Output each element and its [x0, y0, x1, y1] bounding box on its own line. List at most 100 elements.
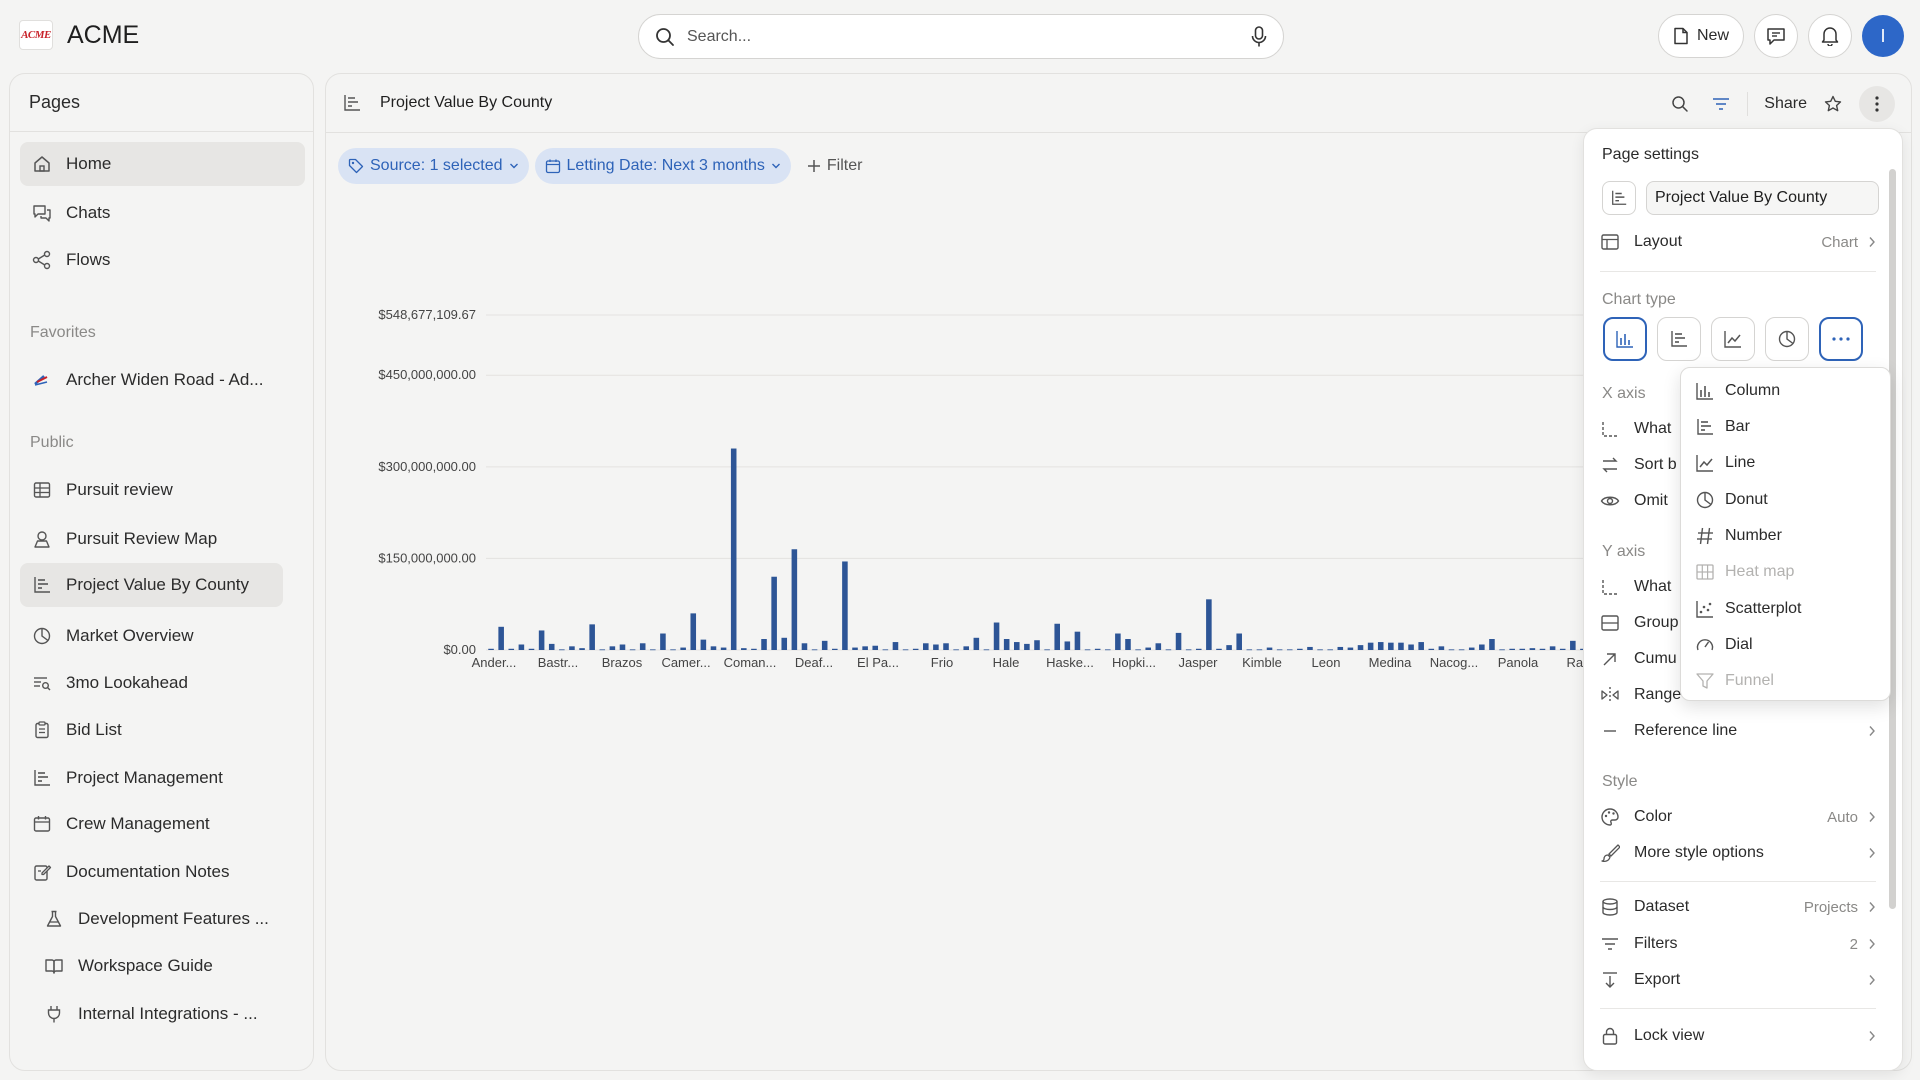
chart-bar[interactable] [488, 648, 494, 650]
chart-bar[interactable] [1135, 649, 1141, 651]
brand[interactable]: ACME ACME [19, 20, 139, 50]
chart-type-option-scatterplot[interactable]: Scatterplot [1695, 594, 1801, 624]
search-icon[interactable] [1671, 95, 1689, 113]
chart-bar[interactable] [862, 646, 868, 650]
chart-type-option-bar[interactable]: Bar [1695, 412, 1750, 442]
chart-bar[interactable] [1276, 649, 1283, 651]
chart-bar[interactable] [1024, 643, 1030, 650]
sidebar-item-development-features[interactable]: Development Features ... [20, 897, 305, 941]
user-avatar[interactable]: I [1862, 15, 1904, 57]
chart-bar[interactable] [720, 647, 727, 650]
letting-date-filter-chip[interactable]: Letting Date: Next 3 months [534, 148, 791, 184]
new-button[interactable]: New [1657, 14, 1744, 58]
chart-bar[interactable] [498, 626, 504, 650]
chart-bar[interactable] [619, 644, 626, 651]
filter-lines-icon[interactable] [1711, 95, 1731, 113]
chart-bar[interactable] [852, 647, 858, 650]
chart-bar[interactable] [730, 448, 737, 650]
chart-bar[interactable] [1206, 599, 1212, 650]
sidebar-item-workspace-guide[interactable]: Workspace Guide [20, 944, 305, 988]
chart-bar[interactable] [1064, 641, 1071, 650]
chart-bar[interactable] [609, 646, 616, 650]
chart-bar[interactable] [1388, 642, 1394, 650]
reference-line-row[interactable]: Reference line [1600, 716, 1876, 746]
chart-bar[interactable] [1347, 647, 1354, 650]
chart-bar[interactable] [1084, 649, 1091, 651]
chart-bar[interactable] [1479, 644, 1485, 651]
chart-bar[interactable] [933, 644, 939, 651]
chart-bar[interactable] [518, 644, 525, 651]
sidebar-item-chats[interactable]: Chats [20, 191, 305, 235]
chart-type-column-button[interactable] [1603, 317, 1647, 361]
chart-bar[interactable] [639, 643, 646, 650]
chart-bar[interactable] [569, 646, 575, 650]
chart-bar[interactable] [1094, 648, 1101, 650]
chart-bar[interactable] [963, 646, 970, 650]
add-filter-button[interactable]: Filter [807, 157, 862, 175]
chart-bar[interactable] [1509, 648, 1515, 650]
chart-bar[interactable] [1236, 633, 1242, 650]
chart-bar[interactable] [801, 643, 808, 650]
sidebar-item-market-overview[interactable]: Market Overview [20, 614, 305, 658]
chart-bar[interactable] [1448, 649, 1455, 651]
chart-bar[interactable] [559, 649, 565, 651]
more-options-button[interactable] [1859, 86, 1895, 122]
chart-bar[interactable] [1408, 644, 1414, 651]
chart-bar[interactable] [943, 643, 949, 650]
chart-bar[interactable] [832, 648, 838, 650]
chart-bar[interactable] [842, 561, 848, 650]
chart-bar[interactable] [1175, 632, 1182, 650]
chart-bar[interactable] [1317, 649, 1323, 651]
chart-bar[interactable] [953, 649, 959, 651]
chart-bar[interactable] [1165, 649, 1172, 651]
chart-bar[interactable] [1003, 639, 1010, 650]
chart-bar[interactable] [1549, 646, 1556, 650]
source-filter-chip[interactable]: Source: 1 selected [338, 148, 529, 184]
chart-bar[interactable] [761, 639, 767, 650]
sidebar-item-pursuit-review[interactable]: Pursuit review [20, 468, 305, 512]
chart-bar[interactable] [973, 637, 980, 650]
chart-type-option-dial[interactable]: Dial [1695, 630, 1753, 660]
chart-bar[interactable] [1499, 649, 1505, 651]
chart-bar[interactable] [1519, 648, 1526, 650]
chart-type-donut-button[interactable] [1765, 317, 1809, 361]
chart-bar[interactable] [1529, 648, 1536, 650]
chart-bar[interactable] [1195, 648, 1202, 650]
chart-bar[interactable] [650, 649, 656, 651]
chart-bar[interactable] [1185, 649, 1192, 651]
chart-bar[interactable] [670, 649, 676, 651]
chart-bar[interactable] [629, 649, 636, 651]
sidebar-item-bid-list[interactable]: Bid List [20, 708, 305, 752]
search-input[interactable]: Search... [687, 28, 1251, 46]
lock-view-row[interactable]: Lock view [1600, 1021, 1876, 1051]
chart-bar[interactable] [1418, 642, 1424, 650]
chart-bar[interactable] [1559, 648, 1566, 650]
chart-type-bar-button[interactable] [1657, 317, 1701, 361]
chat-button[interactable] [1754, 14, 1798, 58]
chart-bar[interactable] [791, 549, 798, 650]
chart-bar[interactable] [983, 649, 990, 651]
chart-type-option-number[interactable]: Number [1695, 521, 1782, 551]
chart-bar[interactable] [1458, 649, 1465, 651]
chart-bar[interactable] [599, 649, 606, 651]
chart-bar[interactable] [1286, 649, 1293, 651]
chart-bar[interactable] [1054, 623, 1060, 650]
chart-bar[interactable] [771, 576, 777, 650]
chart-bar[interactable] [700, 639, 707, 650]
chart-bar[interactable] [1044, 649, 1050, 651]
sidebar-item-documentation-notes[interactable]: Documentation Notes [20, 850, 305, 894]
chart-bar[interactable] [1216, 648, 1222, 650]
chart-bar[interactable] [1307, 646, 1313, 650]
chart-bar[interactable] [872, 645, 879, 650]
chart-bar[interactable] [1337, 646, 1344, 650]
chart-bar[interactable] [1438, 646, 1445, 650]
layout-row[interactable]: Layout Chart [1600, 227, 1876, 257]
chart-type-option-line[interactable]: Line [1695, 448, 1755, 478]
chart-bar[interactable] [528, 648, 535, 650]
chart-bar[interactable] [1570, 640, 1576, 650]
chart-bar[interactable] [1226, 645, 1232, 650]
color-row[interactable]: Color Auto [1600, 802, 1876, 832]
chart-bar[interactable] [579, 648, 585, 650]
chart-bar[interactable] [1246, 649, 1253, 651]
chart-bar[interactable] [923, 643, 929, 650]
